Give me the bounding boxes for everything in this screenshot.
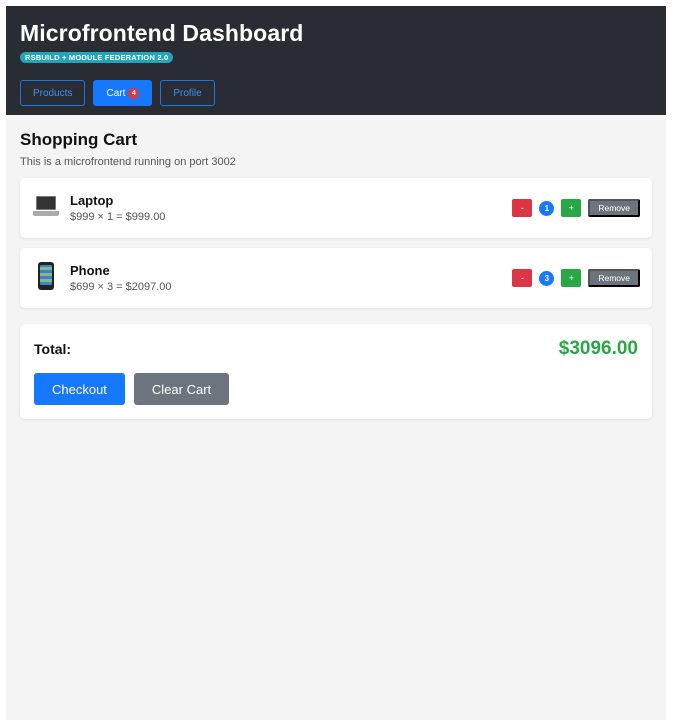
total-label: Total:: [34, 341, 72, 357]
main-nav: Products Cart 4 Profile: [20, 80, 652, 106]
clear-cart-button[interactable]: Clear Cart: [133, 373, 230, 405]
decrease-quantity-button[interactable]: -: [512, 269, 533, 287]
cart-item: Phone $699 × 3 = $2097.00 - 3 + Remove: [20, 248, 652, 308]
decrease-quantity-button[interactable]: -: [512, 199, 533, 217]
cart-summary: Total: $3096.00 Checkout Clear Cart: [20, 324, 652, 419]
item-name: Phone: [70, 263, 110, 278]
checkout-button[interactable]: Checkout: [34, 373, 125, 405]
tech-badge: RSBUILD + MODULE FEDERATION 2.0: [20, 52, 174, 63]
nav-products-label: Products: [33, 87, 73, 99]
quantity-badge: 1: [539, 200, 555, 216]
page-title: Shopping Cart: [20, 130, 138, 149]
nav-products-button[interactable]: Products: [20, 80, 86, 106]
phone-icon: [32, 262, 60, 294]
increase-quantity-button[interactable]: +: [561, 269, 582, 287]
item-price: $999 × 1 = $999.00: [70, 211, 166, 223]
nav-cart-button[interactable]: Cart 4: [93, 80, 153, 106]
header: Microfrontend Dashboard RSBUILD + MODULE…: [6, 6, 666, 115]
cart-section: Shopping Cart This is a microfrontend ru…: [6, 115, 666, 419]
nav-profile-button[interactable]: Profile: [160, 80, 215, 106]
increase-quantity-button[interactable]: +: [561, 199, 582, 217]
cart-item: Laptop $999 × 1 = $999.00 - 1 + Remove: [20, 178, 652, 238]
nav-cart-label: Cart: [106, 87, 126, 99]
item-name: Laptop: [70, 193, 114, 208]
cart-count-badge: 4: [128, 87, 140, 99]
item-price: $699 × 3 = $2097.00: [70, 281, 172, 293]
laptop-icon: [32, 193, 60, 223]
app-title: Microfrontend Dashboard: [20, 20, 304, 46]
page-subtitle: This is a microfrontend running on port …: [20, 156, 236, 168]
cart-actions: Checkout Clear Cart: [34, 373, 638, 405]
remove-item-button[interactable]: Remove: [588, 199, 640, 217]
remove-item-button[interactable]: Remove: [588, 269, 640, 287]
app-window: Microfrontend Dashboard RSBUILD + MODULE…: [6, 6, 666, 720]
item-controls: - 3 + Remove: [512, 269, 640, 287]
nav-profile-label: Profile: [173, 87, 202, 99]
total-value: $3096.00: [558, 338, 638, 359]
item-controls: - 1 + Remove: [512, 199, 640, 217]
quantity-badge: 3: [539, 270, 555, 286]
